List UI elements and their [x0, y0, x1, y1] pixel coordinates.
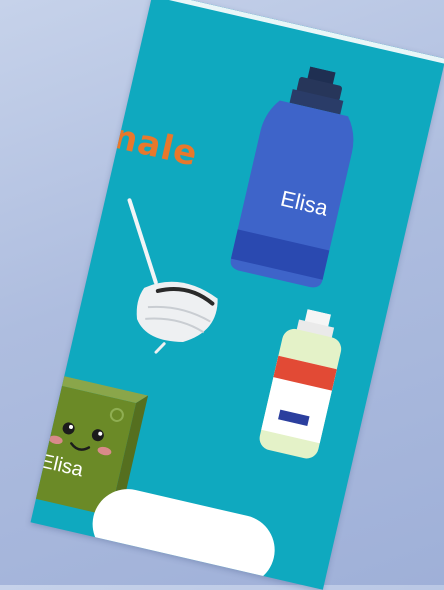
phone-screen: nale Elisa Elisa: [30, 0, 444, 590]
hand-sanitizer-icon: [259, 309, 342, 459]
face-mask-icon: [127, 198, 218, 354]
action-button[interactable]: [85, 482, 282, 590]
heading-fragment: nale: [109, 116, 202, 175]
